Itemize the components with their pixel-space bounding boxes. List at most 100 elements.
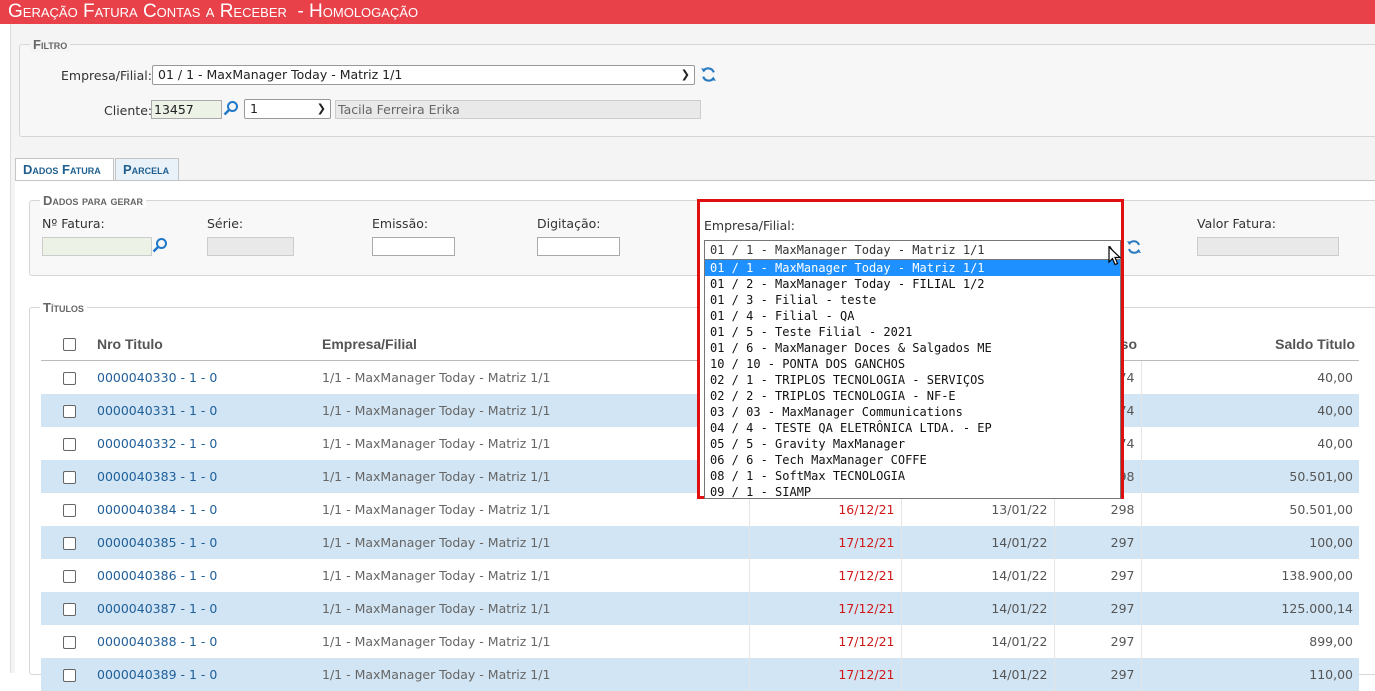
filtro-fieldset (19, 44, 1375, 137)
table-row[interactable]: 0000040387 - 1 - 0 1/1 - MaxManager Today… (41, 592, 1359, 625)
row-checkbox-cell[interactable] (41, 493, 97, 526)
row-checkbox[interactable] (62, 438, 76, 451)
empresa-dropdown-highlight: Empresa/Filial: 01 / 1 - MaxManager Toda… (697, 199, 1124, 499)
dropdown-option[interactable]: 01 / 6 - MaxManager Doces & Salgados ME (705, 340, 1120, 356)
dropdown-option[interactable]: 08 / 1 - SoftMax TECNOLOGIA (705, 468, 1120, 484)
dropdown-empresa-select[interactable]: 01 / 1 - MaxManager Today - Matriz 1/1 ❯ (704, 240, 1121, 259)
row-checkbox-cell[interactable] (41, 658, 97, 691)
tab-dados-fatura[interactable]: Dados Fatura (15, 158, 114, 180)
select-all-checkbox[interactable] (62, 338, 76, 352)
dropdown-option[interactable]: 10 / 10 - PONTA DOS GANCHOS (705, 356, 1120, 372)
date-cell-2: 14/01/22 (901, 625, 1055, 658)
nfatura-input[interactable] (42, 237, 152, 256)
date-cell-1: 17/12/21 (749, 658, 902, 691)
empresa-cell: 1/1 - MaxManager Today - Matriz 1/1 (322, 526, 750, 559)
dropdown-option[interactable]: 02 / 2 - TRIPLOS TECNOLOGIA - NF-E (705, 388, 1120, 404)
digitacao-label: Digitação: (537, 216, 601, 231)
row-checkbox-cell[interactable] (41, 559, 97, 592)
titulo-link[interactable]: 0000040383 - 1 - 0 (97, 460, 322, 493)
empresa-cell: 1/1 - MaxManager Today - Matriz 1/1 (322, 394, 750, 427)
nfatura-label: Nº Fatura: (42, 216, 105, 231)
titulo-link[interactable]: 0000040389 - 1 - 0 (97, 658, 322, 691)
empresa-cell: 1/1 - MaxManager Today - Matriz 1/1 (322, 592, 750, 625)
col-header-nro[interactable]: Nro Titulo (97, 327, 322, 361)
row-checkbox-cell[interactable] (41, 427, 97, 460)
dropdown-option[interactable]: 04 / 4 - TESTE QA ELETRÔNICA LTDA. - EP (705, 420, 1120, 436)
row-checkbox-cell[interactable] (41, 592, 97, 625)
cliente-seq-value: 1 (250, 101, 258, 116)
dropdown-select-value: 01 / 1 - MaxManager Today - Matriz 1/1 (710, 243, 985, 257)
titulo-link[interactable]: 0000040387 - 1 - 0 (97, 592, 322, 625)
saldo-cell: 138.900,00 (1141, 559, 1359, 592)
titulos-legend: Títulos (40, 300, 87, 315)
date-cell-2: 14/01/22 (901, 658, 1055, 691)
row-checkbox[interactable] (62, 372, 76, 385)
row-checkbox-cell[interactable] (41, 394, 97, 427)
col-header-saldo[interactable]: Saldo Titulo (1141, 327, 1359, 361)
dropdown-options-list[interactable]: 01 / 1 - MaxManager Today - Matriz 1/1 01… (704, 259, 1121, 499)
titulo-link[interactable]: 0000040386 - 1 - 0 (97, 559, 322, 592)
table-row[interactable]: 0000040385 - 1 - 0 1/1 - MaxManager Today… (41, 526, 1359, 559)
row-checkbox[interactable] (62, 570, 76, 583)
empresa-label: Empresa/Filial: (61, 68, 152, 83)
row-checkbox[interactable] (62, 537, 76, 550)
digitacao-input[interactable] (537, 237, 620, 256)
dias-cell: 297 (1054, 526, 1142, 559)
row-checkbox[interactable] (62, 405, 76, 418)
row-checkbox[interactable] (62, 669, 76, 682)
row-checkbox-cell[interactable] (41, 460, 97, 493)
row-checkbox-cell[interactable] (41, 360, 97, 394)
date-cell-1: 17/12/21 (749, 559, 902, 592)
cliente-label: Cliente: (104, 103, 153, 118)
dias-cell: 297 (1054, 625, 1142, 658)
search-icon[interactable] (223, 100, 239, 116)
col-header-empresa[interactable]: Empresa/Filial (322, 327, 749, 361)
emissao-input[interactable] (372, 237, 455, 256)
empresa-cell: 1/1 - MaxManager Today - Matriz 1/1 (322, 493, 750, 526)
titulo-link[interactable]: 0000040385 - 1 - 0 (97, 526, 322, 559)
saldo-cell: 100,00 (1141, 526, 1359, 559)
table-row[interactable]: 0000040388 - 1 - 0 1/1 - MaxManager Today… (41, 625, 1359, 658)
titulo-link[interactable]: 0000040331 - 1 - 0 (97, 394, 322, 427)
dropdown-option[interactable]: 01 / 3 - Filial - teste (705, 292, 1120, 308)
titulo-link[interactable]: 0000040388 - 1 - 0 (97, 625, 322, 658)
saldo-cell: 40,00 (1141, 394, 1359, 427)
dropdown-option[interactable]: 02 / 1 - TRIPLOS TECNOLOGIA - SERVIÇOS (705, 372, 1120, 388)
titulo-link[interactable]: 0000040332 - 1 - 0 (97, 427, 322, 460)
dropdown-option[interactable]: 01 / 4 - Filial - QA (705, 308, 1120, 324)
dias-cell: 297 (1054, 658, 1142, 691)
row-checkbox[interactable] (62, 471, 76, 484)
empresa-cell: 1/1 - MaxManager Today - Matriz 1/1 (322, 427, 750, 460)
refresh-icon[interactable] (1126, 239, 1142, 255)
dropdown-option[interactable]: 01 / 2 - MaxManager Today - FILIAL 1/2 (705, 276, 1120, 292)
dropdown-option[interactable]: 06 / 6 - Tech MaxManager COFFE (705, 452, 1120, 468)
search-icon[interactable] (152, 237, 168, 253)
saldo-cell: 40,00 (1141, 427, 1359, 460)
row-checkbox[interactable] (62, 636, 76, 649)
row-checkbox[interactable] (62, 603, 76, 616)
row-checkbox[interactable] (62, 504, 76, 517)
table-row[interactable]: 0000040389 - 1 - 0 1/1 - MaxManager Today… (41, 658, 1359, 691)
saldo-cell: 50.501,00 (1141, 493, 1359, 526)
serie-input (207, 237, 294, 256)
cliente-seq-select[interactable]: 1 ❯ (244, 99, 331, 119)
select-all-header[interactable] (41, 327, 97, 361)
titulo-link[interactable]: 0000040384 - 1 - 0 (97, 493, 322, 526)
dropdown-option[interactable]: 03 / 03 - MaxManager Communications (705, 404, 1120, 420)
titulo-link[interactable]: 0000040330 - 1 - 0 (97, 360, 322, 394)
dropdown-option[interactable]: 09 / 1 - SIAMP (705, 484, 1120, 498)
dados-legend: Dados para gerar (40, 193, 146, 208)
row-checkbox-cell[interactable] (41, 625, 97, 658)
table-row[interactable]: 0000040386 - 1 - 0 1/1 - MaxManager Today… (41, 559, 1359, 592)
tab-parcela[interactable]: Parcela (115, 158, 179, 180)
saldo-cell: 110,00 (1141, 658, 1359, 691)
row-checkbox-cell[interactable] (41, 526, 97, 559)
empresa-cell: 1/1 - MaxManager Today - Matriz 1/1 (322, 559, 750, 592)
dropdown-option[interactable]: 05 / 5 - Gravity MaxManager (705, 436, 1120, 452)
empresa-select[interactable]: 01 / 1 - MaxManager Today - Matriz 1/1 ❯ (152, 65, 695, 85)
dropdown-option[interactable]: 01 / 1 - MaxManager Today - Matriz 1/1 (705, 260, 1120, 276)
cliente-code-input[interactable]: 13457 (151, 100, 222, 119)
emissao-label: Emissão: (372, 216, 429, 231)
refresh-icon[interactable] (700, 66, 717, 83)
dropdown-option[interactable]: 01 / 5 - Teste Filial - 2021 (705, 324, 1120, 340)
